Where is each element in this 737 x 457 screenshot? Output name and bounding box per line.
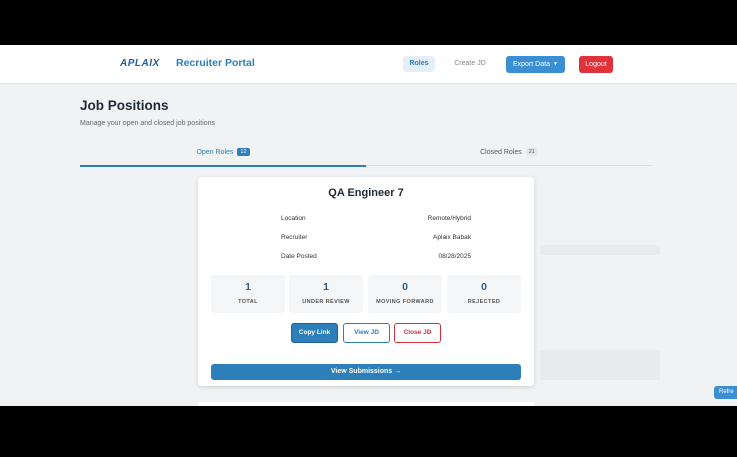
view-submissions-button[interactable]: View Submissions →: [211, 364, 521, 380]
recruiter-label: Recruiter: [281, 234, 308, 241]
background-card-edge: [540, 350, 660, 380]
location-label: Location: [281, 215, 306, 222]
stat-value: 1: [245, 281, 251, 293]
tab-closed-roles[interactable]: Closed Roles 21: [366, 141, 652, 165]
stat-value: 1: [323, 281, 329, 293]
logout-button[interactable]: Logout: [579, 56, 613, 73]
copy-link-button[interactable]: Copy Link: [291, 323, 338, 343]
stat-rejected: 0 REJECTED: [447, 275, 521, 313]
tab-open-roles-label: Open Roles: [196, 149, 234, 156]
role-tabs: Open Roles 12 Closed Roles 21: [80, 141, 652, 167]
view-jd-button[interactable]: View JD: [343, 323, 390, 343]
top-navbar: APLAIX Recruiter Portal Roles Create JD …: [0, 45, 737, 83]
job-card: QA Engineer 7 Location Remote/Hybrid Rec…: [198, 177, 534, 386]
next-job-card: [198, 402, 534, 406]
aplaix-logo: APLAIX: [120, 58, 160, 69]
background-card-edge: [540, 245, 660, 255]
export-data-button[interactable]: Export Data ▼: [506, 56, 565, 73]
date-posted-value: 08/28/2025: [438, 253, 471, 260]
page-subtitle: Manage your open and closed job position…: [80, 120, 216, 127]
tab-open-roles[interactable]: Open Roles 12: [80, 141, 366, 167]
closed-roles-count-badge: 21: [525, 148, 538, 157]
chevron-down-icon: ▼: [553, 61, 558, 67]
stat-moving-forward: 0 MOVING FORWARD: [368, 275, 442, 313]
date-posted-label: Date Posted: [281, 253, 317, 260]
close-jd-button[interactable]: Close JD: [394, 323, 441, 343]
nav-create-jd-link[interactable]: Create JD: [448, 56, 492, 72]
stat-value: 0: [481, 281, 487, 293]
location-value: Remote/Hybrid: [427, 215, 471, 222]
page-title: Job Positions: [80, 98, 169, 113]
recruiter-value: Aplaix Babak: [433, 234, 471, 241]
stat-label: UNDER REVIEW: [302, 299, 350, 305]
stat-label: TOTAL: [238, 299, 258, 305]
app-title: Recruiter Portal: [176, 57, 255, 69]
refresh-button[interactable]: Refre: [714, 386, 737, 399]
stat-under-review: 1 UNDER REVIEW: [289, 275, 363, 313]
stat-label: MOVING FORWARD: [376, 299, 434, 305]
stat-total: 1 TOTAL: [211, 275, 285, 313]
open-roles-count-badge: 12: [237, 148, 250, 157]
stat-label: REJECTED: [467, 299, 501, 305]
nav-roles-link[interactable]: Roles: [403, 56, 435, 72]
app-screen: APLAIX Recruiter Portal Roles Create JD …: [0, 45, 737, 406]
stat-value: 0: [402, 281, 408, 293]
tab-closed-roles-label: Closed Roles: [480, 149, 522, 156]
job-title: QA Engineer 7: [328, 187, 404, 199]
export-data-label: Export Data: [513, 61, 550, 68]
